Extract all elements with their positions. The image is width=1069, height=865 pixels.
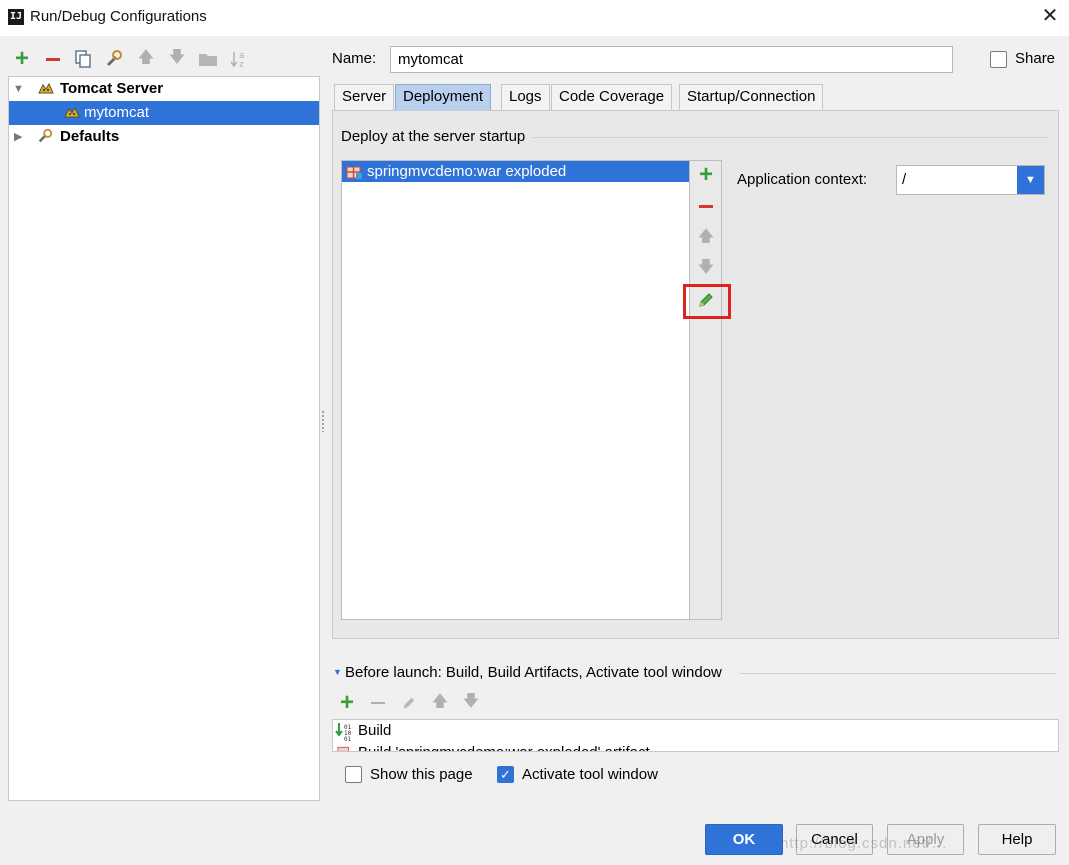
activate-tool-window-checkbox[interactable]: ✓: [497, 766, 514, 783]
share-label: Share: [1015, 50, 1056, 67]
move-down-icon: 🡇: [168, 48, 186, 66]
move-down-icon: 🡇: [462, 692, 480, 710]
remove-task-icon: [366, 691, 390, 715]
tree-item-label: Tomcat Server: [60, 80, 164, 97]
tree-item-defaults[interactable]: ▶ Defaults: [9, 125, 319, 149]
app-context-value: /: [902, 171, 907, 188]
show-page-label: Show this page: [370, 766, 473, 783]
watermark-text: http://blog.csdn.net/...: [780, 835, 948, 852]
remove-artifact-icon[interactable]: [694, 194, 718, 218]
show-page-checkbox[interactable]: [345, 766, 362, 783]
build-icon: 01 10 01: [335, 721, 355, 743]
window-title: Run/Debug Configurations: [30, 8, 207, 25]
ok-button[interactable]: OK: [705, 824, 783, 855]
app-context-select[interactable]: / ▼: [896, 165, 1045, 195]
app-context-label: Application context:: [737, 171, 868, 188]
artifact-icon: [346, 166, 362, 179]
tab-code-coverage[interactable]: Code Coverage: [551, 84, 673, 110]
wrench-icon: [38, 128, 53, 143]
tree-item-mytomcat[interactable]: mytomcat: [9, 101, 319, 125]
tree-item-label: mytomcat: [84, 104, 150, 121]
section-divider: [532, 137, 1048, 138]
remove-icon[interactable]: [41, 47, 65, 71]
task-build-label[interactable]: Build: [358, 722, 391, 739]
help-button[interactable]: Help: [978, 824, 1056, 855]
tree-item-label: Defaults: [60, 128, 120, 145]
svg-text:z: z: [239, 60, 244, 69]
sort-icon: az: [227, 47, 251, 71]
deploy-section-title: Deploy at the server startup: [341, 128, 526, 145]
edit-highlight-box: [683, 284, 731, 319]
collapse-triangle-icon[interactable]: ▼: [333, 667, 342, 677]
before-launch-list[interactable]: 011001 Build Build 'springmvcdemo:war ex…: [332, 719, 1059, 752]
configuration-tree[interactable]: ▼ Tomcat Server mytomcat ▶ Defaults: [8, 76, 320, 801]
dropdown-arrow-icon[interactable]: ▼: [1017, 166, 1044, 194]
move-up-icon: 🡅: [697, 227, 715, 245]
svg-text:01: 01: [344, 736, 352, 741]
folder-icon: [196, 47, 220, 71]
tab-deployment[interactable]: Deployment: [395, 84, 492, 110]
deployment-item[interactable]: springmvcdemo:war exploded: [342, 161, 689, 182]
tab-logs[interactable]: Logs: [501, 84, 550, 110]
tomcat-icon: [64, 106, 80, 118]
copy-icon[interactable]: [71, 47, 95, 71]
tomcat-icon: [38, 82, 54, 94]
activate-tool-window-label: Activate tool window: [522, 766, 658, 783]
splitter-handle[interactable]: [321, 410, 325, 432]
move-down-icon: 🡇: [697, 258, 715, 276]
tree-item-tomcat-server[interactable]: ▼ Tomcat Server: [9, 77, 319, 101]
tab-server[interactable]: Server: [334, 84, 395, 110]
name-input[interactable]: [390, 46, 953, 73]
share-checkbox[interactable]: [990, 51, 1007, 68]
deployment-list[interactable]: [341, 160, 690, 620]
deployment-item-label: springmvcdemo:war exploded: [367, 163, 567, 180]
move-up-icon: 🡅: [137, 48, 155, 66]
app-icon: IJ: [8, 9, 24, 25]
collapse-triangle-icon[interactable]: ▶: [14, 125, 22, 149]
add-task-icon[interactable]: +: [335, 691, 359, 715]
before-launch-title[interactable]: Before launch: Build, Build Artifacts, A…: [345, 664, 722, 681]
expand-triangle-icon[interactable]: ▼: [13, 77, 24, 101]
add-icon[interactable]: +: [10, 47, 34, 71]
tab-startup-connection[interactable]: Startup/Connection: [679, 84, 824, 110]
name-label: Name:: [332, 50, 377, 67]
add-artifact-icon[interactable]: +: [694, 163, 718, 187]
artifact-icon: [337, 746, 349, 751]
edit-task-icon: [397, 691, 421, 715]
task-artifact-label[interactable]: Build 'springmvcdemo:war exploded' artif…: [358, 744, 650, 751]
move-up-icon: 🡅: [431, 692, 449, 710]
section-divider: [740, 673, 1056, 674]
edit-defaults-icon[interactable]: [102, 47, 126, 71]
close-icon[interactable]: ✕: [1040, 4, 1060, 28]
